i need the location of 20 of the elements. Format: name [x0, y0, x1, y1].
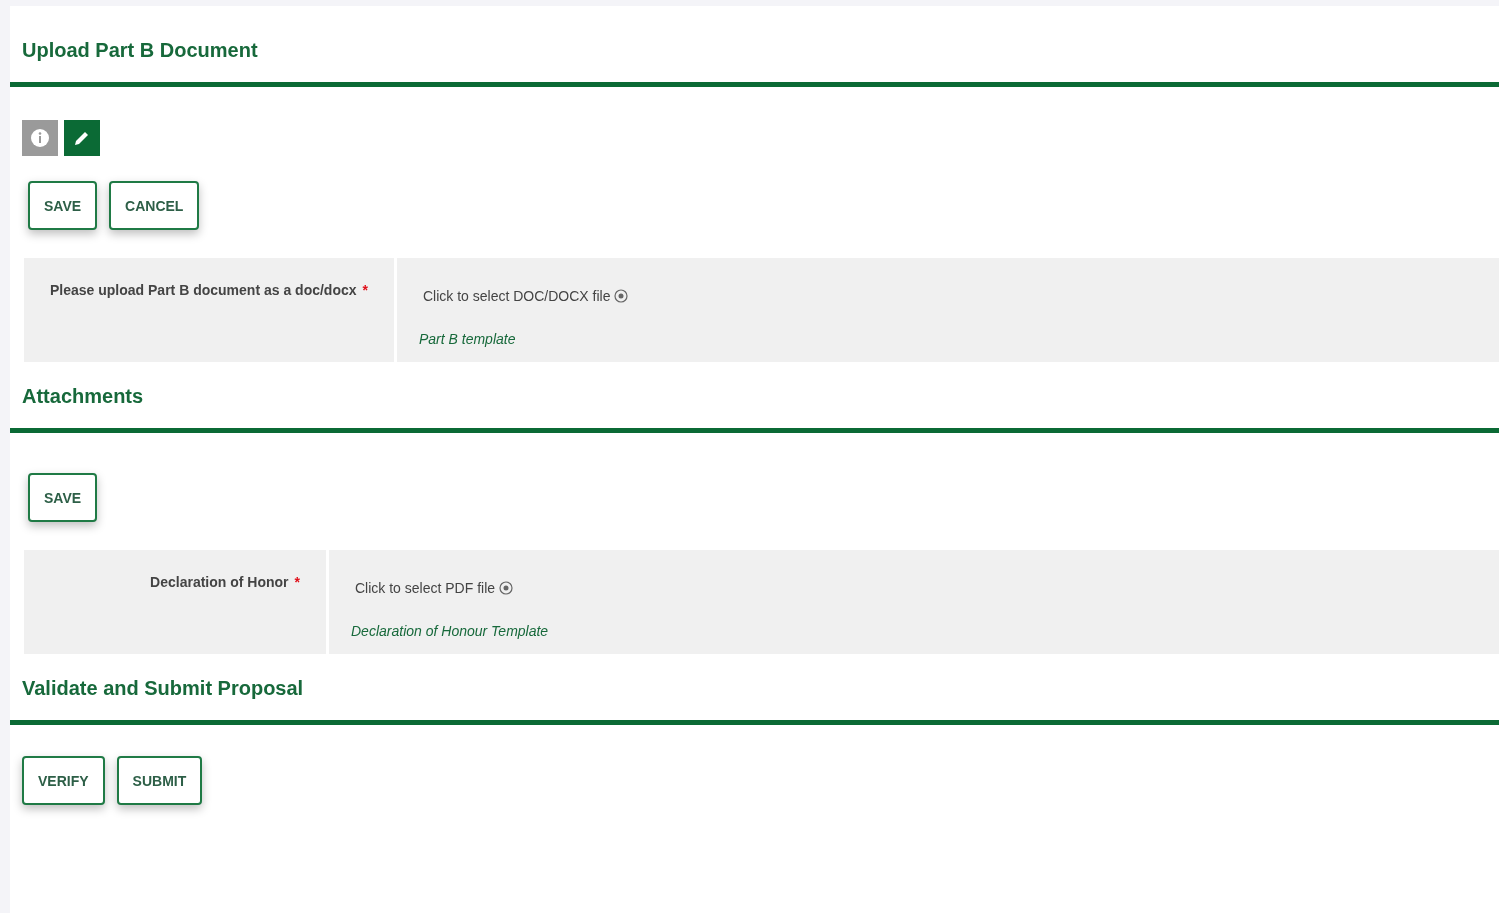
section-title: Upload Part B Document: [21, 38, 259, 63]
field-label: Please upload Part B document as a doc/docx: [50, 282, 357, 298]
action-button[interactable]: SUBMIT: [116, 756, 203, 805]
action-button[interactable]: VERIFY: [22, 756, 105, 805]
action-button[interactable]: SAVE: [28, 181, 98, 230]
section-title: Validate and Submit Proposal: [21, 676, 305, 701]
file-select[interactable]: Click to select DOC/DOCX file: [423, 288, 1477, 304]
info-icon[interactable]: [22, 120, 58, 156]
required-mark: *: [294, 574, 300, 590]
pencil-icon[interactable]: [64, 120, 100, 156]
template-link[interactable]: Declaration of Honour Template: [351, 623, 549, 639]
action-button[interactable]: SAVE: [28, 473, 98, 522]
field-label: Declaration of Honor: [150, 574, 289, 590]
template-link[interactable]: Part B template: [419, 331, 516, 347]
file-select[interactable]: Click to select PDF file: [355, 580, 1477, 596]
radio-icon: [614, 289, 629, 303]
radio-icon: [499, 581, 514, 595]
required-mark: *: [362, 282, 368, 298]
action-button[interactable]: CANCEL: [109, 181, 200, 230]
section-title: Attachments: [21, 384, 145, 409]
